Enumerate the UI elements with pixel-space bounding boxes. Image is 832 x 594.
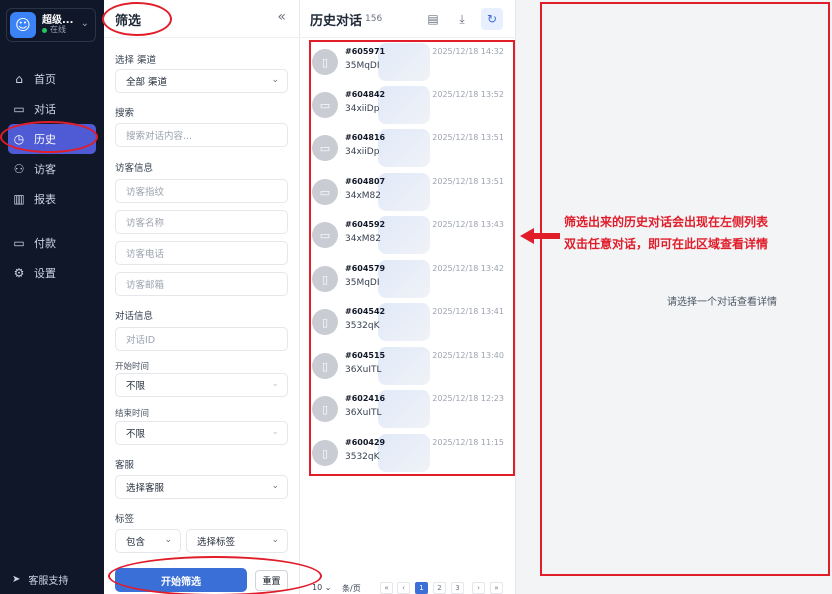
page-size-unit: 条/页	[342, 584, 361, 593]
home-icon: ⌂	[15, 72, 23, 86]
sidebar-item-label: 访客	[34, 163, 56, 176]
sidebar-item-label: 首页	[34, 73, 56, 86]
search-placeholder: 搜索对话内容...	[126, 131, 193, 142]
agent-select[interactable]: 选择客服 ⌄	[115, 475, 288, 499]
page-size-select[interactable]: 10 ⌄	[312, 583, 331, 592]
sidebar: ☺ 超级... 在线 ⌄ ⌂ 首页 ▭ 对话 ◷ 历史 ⚇ 访客 ▥ 报表 ▭ 付款 ⚙ 设置…	[0, 0, 104, 594]
sidebar-item-home[interactable]: ⌂ 首页	[0, 64, 104, 94]
card-icon: ▭	[13, 236, 25, 250]
next-page-icon[interactable]: ›	[472, 582, 485, 594]
end-time-label: 结束时间	[115, 409, 150, 419]
chart-icon: ▥	[13, 192, 25, 206]
search-input[interactable]: 搜索对话内容...	[115, 123, 288, 147]
visitor-name-placeholder: 访客名称	[126, 218, 165, 229]
visitor-phone-placeholder: 访客电话	[126, 249, 165, 260]
filter-panel: 筛选 « 选择 渠道 全部 渠道 ⌄ 搜索 搜索对话内容... 访客信息 访客指纹…	[104, 0, 300, 594]
annotation-box-list	[309, 40, 515, 476]
last-page-icon[interactable]: »	[490, 582, 503, 594]
conversation-id-input[interactable]: 对话ID	[115, 327, 288, 351]
status-dot	[42, 27, 47, 33]
sidebar-item-reports[interactable]: ▥ 报表	[0, 184, 104, 214]
chevron-down-icon: ⌄	[271, 75, 279, 85]
page-2[interactable]: 2	[433, 582, 446, 594]
chat-icon: ▭	[13, 102, 25, 116]
start-time-value: 不限	[126, 381, 146, 392]
conversation-id-placeholder: 对话ID	[126, 335, 156, 346]
end-time-value: 不限	[126, 429, 146, 440]
bot-logo-icon: ☺	[10, 12, 36, 38]
first-page-icon[interactable]: «	[380, 582, 393, 594]
history-count: 156	[365, 14, 383, 24]
export-file-icon[interactable]: ▤	[422, 8, 444, 30]
visitor-phone-input[interactable]: 访客电话	[115, 241, 288, 265]
history-title: 历史对话	[310, 14, 363, 29]
page-1[interactable]: 1	[415, 582, 428, 594]
nav-divider	[0, 214, 104, 228]
tag-select[interactable]: 选择标签 ⌄	[186, 529, 288, 553]
online-status: 在线	[42, 25, 73, 35]
sidebar-nav: ⌂ 首页 ▭ 对话 ◷ 历史 ⚇ 访客 ▥ 报表 ▭ 付款 ⚙ 设置	[0, 64, 104, 288]
refresh-icon[interactable]: ↻	[481, 8, 503, 30]
support-label: 客服支持	[28, 576, 69, 587]
channel-label: 选择 渠道	[115, 55, 157, 66]
sidebar-item-label: 付款	[34, 237, 56, 250]
tag-mode-value: 包含	[126, 537, 146, 548]
visitor-info-label: 访客信息	[115, 163, 154, 174]
annotation-arrow-icon	[520, 228, 560, 244]
sidebar-item-settings[interactable]: ⚙ 设置	[0, 258, 104, 288]
agent-label: 客服	[115, 460, 135, 471]
sidebar-item-label: 对话	[34, 103, 56, 116]
tag-value: 选择标签	[197, 537, 236, 548]
workspace-switcher[interactable]: ☺ 超级... 在线 ⌄	[6, 8, 96, 42]
chevron-down-icon: ⌄	[271, 427, 279, 437]
users-icon: ⚇	[13, 162, 25, 176]
end-time-select[interactable]: 不限 ⌄	[115, 421, 288, 445]
collapse-icon[interactable]: «	[277, 9, 286, 25]
download-icon[interactable]: ⤓	[451, 8, 473, 30]
conversation-info-label: 对话信息	[115, 311, 154, 322]
annotation-circle-history	[0, 121, 98, 153]
tag-mode-select[interactable]: 包含 ⌄	[115, 529, 181, 553]
support-link[interactable]: ➤ 客服支持	[12, 572, 68, 587]
chevron-down-icon: ⌄	[80, 18, 89, 29]
page-size-value: 10	[312, 583, 323, 592]
sidebar-item-visitors[interactable]: ⚇ 访客	[0, 154, 104, 184]
agent-value: 选择客服	[126, 483, 165, 494]
page-3[interactable]: 3	[451, 582, 464, 594]
sidebar-item-label: 报表	[34, 193, 56, 206]
channel-select[interactable]: 全部 渠道 ⌄	[115, 69, 288, 93]
sidebar-item-label: 设置	[34, 267, 56, 280]
sidebar-item-payment[interactable]: ▭ 付款	[0, 228, 104, 258]
annotation-circle-buttons	[108, 556, 322, 594]
visitor-email-input[interactable]: 访客邮箱	[115, 272, 288, 296]
annotation-circle-filter	[102, 2, 172, 36]
gear-icon: ⚙	[13, 266, 25, 280]
status-text: 在线	[50, 25, 66, 35]
start-time-select[interactable]: 不限 ⌄	[115, 373, 288, 397]
chevron-down-icon: ⌄	[324, 583, 332, 592]
search-label: 搜索	[115, 108, 135, 119]
visitor-fingerprint-input[interactable]: 访客指纹	[115, 179, 288, 203]
chevron-down-icon: ⌄	[271, 481, 279, 491]
sidebar-item-chat[interactable]: ▭ 对话	[0, 94, 104, 124]
tags-label: 标签	[115, 514, 135, 525]
send-icon: ➤	[12, 574, 21, 585]
history-header: 历史对话 156 ▤ ⤓ ↻	[300, 0, 516, 38]
visitor-fingerprint-placeholder: 访客指纹	[126, 187, 165, 198]
chevron-down-icon: ⌄	[164, 535, 172, 545]
annotation-box-detail	[540, 2, 830, 576]
chevron-down-icon: ⌄	[271, 379, 279, 389]
prev-page-icon[interactable]: ‹	[397, 582, 410, 594]
pagination: 10 ⌄ 条/页 « ‹ 1 2 3 › »	[300, 581, 516, 594]
visitor-email-placeholder: 访客邮箱	[126, 280, 165, 291]
channel-value: 全部 渠道	[126, 77, 168, 88]
app-root: ☺ 超级... 在线 ⌄ ⌂ 首页 ▭ 对话 ◷ 历史 ⚇ 访客 ▥ 报表 ▭ 付款 ⚙ 设置…	[0, 0, 832, 594]
start-time-label: 开始时间	[115, 362, 150, 372]
visitor-name-input[interactable]: 访客名称	[115, 210, 288, 234]
chevron-down-icon: ⌄	[271, 535, 279, 545]
